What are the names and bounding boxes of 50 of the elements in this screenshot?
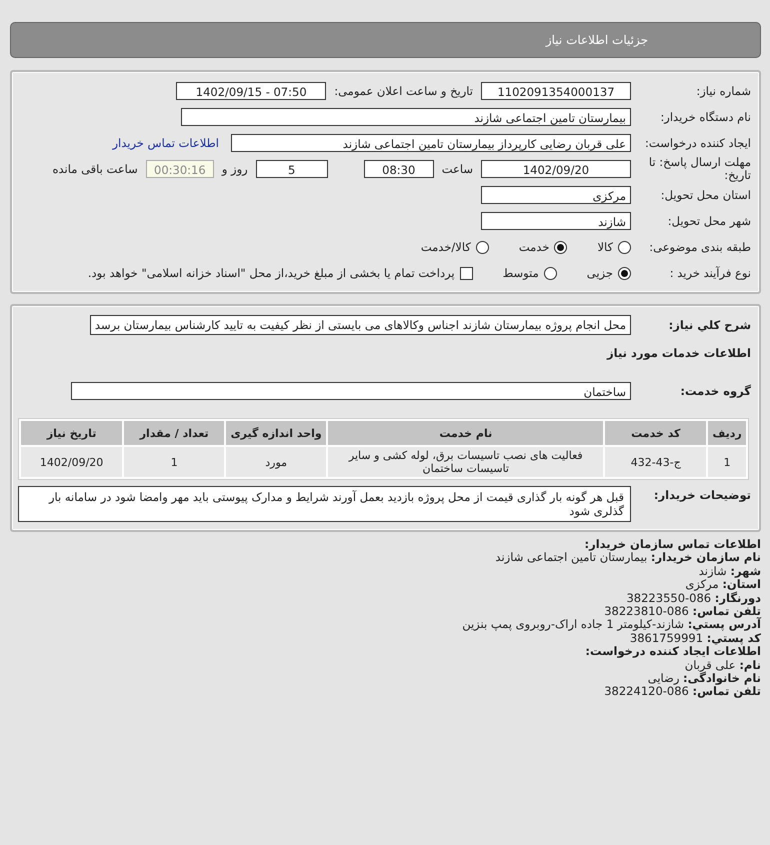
date-field: 1402/09/20 — [481, 160, 631, 178]
time-field: 08:30 — [364, 160, 434, 178]
table-cell: فعالیت های نصب تاسیسات برق، لوله کشی و سایر تاسیسات ساختمان — [328, 447, 604, 477]
column-header: تاریخ نیاز — [21, 421, 122, 445]
section-heading: اطلاعات خدمات مورد نیاز — [606, 345, 752, 362]
remaining-time-field: 00:30:16 — [146, 160, 214, 178]
page-title: جزئیات اطلاعات نیاز — [546, 33, 648, 47]
description-field: محل انجام پروژه بیمارستان شازند اجناس وکالاهای می بایستی از نظر کیفیت به تایید کارشناس بیمارستان برسد — [90, 315, 631, 335]
contact-line: نام سازمان خریدار: بیمارستان تامین اجتماعی شازند — [494, 551, 761, 565]
time-label: ساعت — [442, 162, 473, 176]
checkbox-option[interactable]: پرداخت تمام یا بخشی از مبلغ خرید،از محل "اسناد خزانه اسلامی" خواهد بود. — [88, 266, 473, 280]
remaining-label: ساعت باقی مانده — [52, 162, 138, 176]
radio-option[interactable]: کالا/خدمت — [420, 240, 489, 254]
field-label: تاریخ و ساعت اعلان عمومی: — [334, 84, 473, 98]
contact-line: آدرس پستي: شازند-کیلومتر 1 جاده اراک-روبروی پمپ بنزین — [461, 618, 761, 632]
contact-line: استان: مرکزی — [684, 578, 761, 592]
contact-line: نام خانوادگی: رضایی — [646, 672, 761, 686]
notes-field: قبل هر گونه بار گذاری قیمت از محل پروژه بازدید بعمل آورند شرایط و مدارک پیوستی باید مهر وامضا شود در سامانه بار گذلری شود — [18, 486, 631, 522]
contact-line: نام: علی قربان — [684, 658, 761, 672]
field-label: مهلت ارسال پاسخ: تا تاریخ: — [648, 156, 752, 182]
radio-option[interactable]: متوسط — [502, 266, 557, 280]
contact-heading: اطلاعات ایجاد کننده درخواست: — [584, 645, 761, 659]
field-label: نام دستگاه خریدار: — [659, 110, 752, 124]
field-label: طبقه بندی موضوعی: — [648, 240, 752, 254]
buyer-contact-link[interactable]: اطلاعات تماس خریدار — [112, 136, 219, 150]
column-header: واحد اندازه گیری — [226, 421, 326, 445]
field-label: نوع فرآیند خرید : — [668, 266, 752, 280]
field-label: گروه خدمت: — [679, 384, 752, 398]
column-header: کد خدمت — [605, 421, 706, 445]
column-header: نام خدمت — [328, 421, 604, 445]
field-label: شماره نیاز: — [695, 84, 752, 98]
radio-option[interactable]: خدمت — [518, 240, 568, 254]
column-header: تعداد / مقدار — [124, 421, 224, 445]
table-cell: 1402/09/20 — [21, 447, 122, 477]
table-cell: 1 — [708, 447, 746, 477]
contact-heading: اطلاعات تماس سازمان خریدار: — [583, 538, 761, 552]
field-label: توضیحات خریدار: — [652, 487, 752, 502]
column-header: ردیف — [708, 421, 746, 445]
field-label: شهر محل تحویل: — [666, 214, 752, 228]
days-label: روز و — [222, 162, 248, 176]
field-label: ایجاد کننده درخواست: — [644, 136, 752, 150]
contact-line: شهر: شازند — [698, 564, 761, 578]
field-label: استان محل تحویل: — [660, 188, 752, 202]
field-label: شرح کلي نياز: — [668, 318, 752, 332]
table-cell: مورد — [226, 447, 326, 477]
radio-option[interactable]: جزیی — [586, 266, 631, 280]
days-field: 5 — [256, 160, 328, 178]
table-cell: ج-43-432 — [605, 447, 706, 477]
radio-option[interactable]: کالا — [597, 240, 631, 254]
table-cell: 1 — [124, 447, 224, 477]
